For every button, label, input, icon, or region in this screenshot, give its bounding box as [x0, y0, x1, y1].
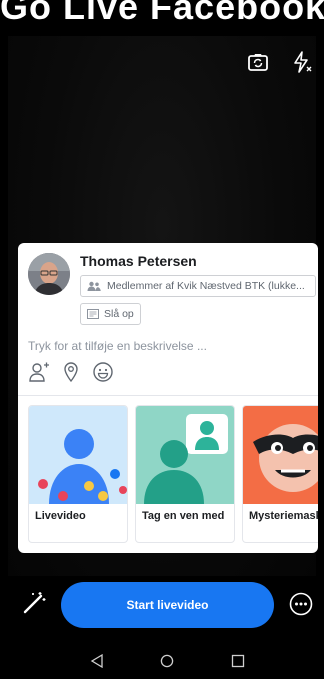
feeling-smiley-icon[interactable] — [92, 361, 114, 383]
description-input[interactable]: Tryk for at tilføje en beskrivelse ... — [28, 339, 207, 353]
mystery-mask-illustration — [243, 406, 318, 504]
livevideo-illustration — [29, 406, 127, 504]
status-bar: Go Live Facebook — [0, 0, 324, 36]
format-mystery-mask[interactable]: Mysteriemaske — [242, 405, 318, 543]
tag-friend-illustration — [136, 406, 234, 504]
more-options-icon[interactable] — [289, 592, 313, 616]
format-carousel[interactable]: Livevideo Tag en ven med Mysteriemas — [28, 405, 318, 545]
start-live-video-button[interactable]: Start livevideo — [61, 582, 274, 628]
format-label: Mysteriemaske — [249, 510, 318, 522]
recents-icon[interactable] — [231, 654, 245, 673]
user-name: Thomas Petersen — [80, 253, 197, 269]
flash-off-icon[interactable] — [290, 50, 314, 74]
back-icon[interactable] — [90, 653, 104, 673]
home-icon[interactable] — [160, 654, 174, 673]
audience-label: Medlemmer af Kvik Næstved BTK (lukke... — [107, 280, 305, 292]
location-pin-icon[interactable] — [60, 361, 82, 383]
album-icon — [87, 309, 99, 319]
status-bar-text: Go Live Facebook — [0, 0, 324, 26]
avatar — [28, 253, 70, 295]
audience-selector[interactable]: Medlemmer af Kvik Næstved BTK (lukke... — [80, 275, 316, 297]
tag-people-icon[interactable] — [28, 361, 50, 383]
format-label: Livevideo — [35, 510, 86, 522]
format-livevideo[interactable]: Livevideo — [28, 405, 128, 543]
format-tag-friend[interactable]: Tag en ven med — [135, 405, 235, 543]
format-label: Tag en ven med — [142, 510, 225, 522]
post-to-selector[interactable]: Slå op — [80, 303, 141, 325]
divider — [18, 395, 318, 396]
live-composer-card: Thomas Petersen Medlemmer af Kvik Næstve… — [18, 243, 318, 553]
album-label: Slå op — [104, 308, 134, 320]
composer-actions — [28, 361, 114, 383]
magic-wand-icon[interactable] — [21, 590, 47, 616]
group-icon — [87, 281, 101, 291]
camera-switch-icon[interactable] — [246, 50, 270, 74]
